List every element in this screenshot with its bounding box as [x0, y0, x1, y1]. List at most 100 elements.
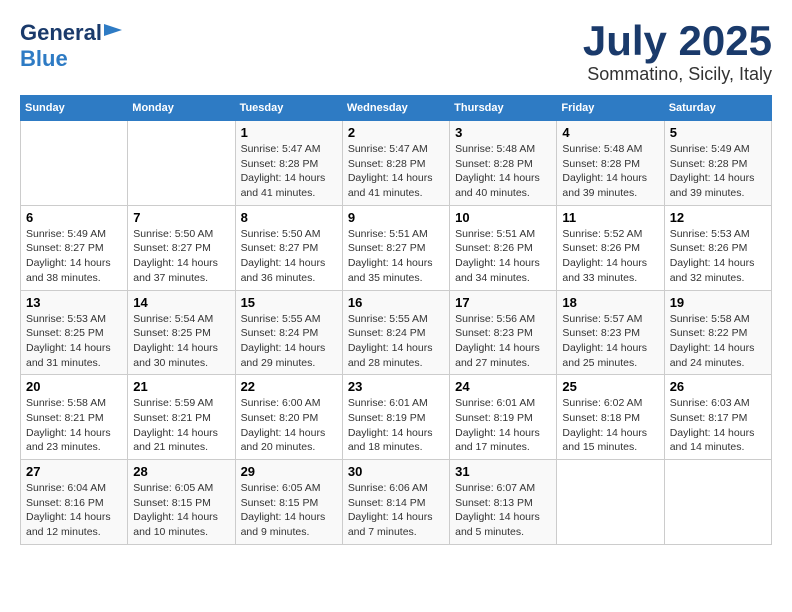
- location-title: Sommatino, Sicily, Italy: [583, 64, 772, 85]
- calendar-cell: 9 Sunrise: 5:51 AM Sunset: 8:27 PM Daylig…: [342, 205, 449, 290]
- day-number: 12: [670, 210, 766, 225]
- calendar-cell: 19 Sunrise: 5:58 AM Sunset: 8:22 PM Dayli…: [664, 290, 771, 375]
- week-row-1: 1 Sunrise: 5:47 AM Sunset: 8:28 PM Daylig…: [21, 121, 772, 206]
- week-row-2: 6 Sunrise: 5:49 AM Sunset: 8:27 PM Daylig…: [21, 205, 772, 290]
- cell-content: Sunrise: 5:50 AM Sunset: 8:27 PM Dayligh…: [133, 227, 229, 286]
- day-number: 4: [562, 125, 658, 140]
- calendar-cell: 17 Sunrise: 5:56 AM Sunset: 8:23 PM Dayli…: [450, 290, 557, 375]
- calendar-cell: 10 Sunrise: 5:51 AM Sunset: 8:26 PM Dayli…: [450, 205, 557, 290]
- day-number: 15: [241, 295, 337, 310]
- cell-content: Sunrise: 6:01 AM Sunset: 8:19 PM Dayligh…: [348, 396, 444, 455]
- cell-content: Sunrise: 5:57 AM Sunset: 8:23 PM Dayligh…: [562, 312, 658, 371]
- month-title: July 2025: [583, 20, 772, 62]
- day-number: 19: [670, 295, 766, 310]
- calendar-cell: 4 Sunrise: 5:48 AM Sunset: 8:28 PM Daylig…: [557, 121, 664, 206]
- calendar-cell: 8 Sunrise: 5:50 AM Sunset: 8:27 PM Daylig…: [235, 205, 342, 290]
- day-number: 25: [562, 379, 658, 394]
- day-header-friday: Friday: [557, 96, 664, 121]
- day-header-thursday: Thursday: [450, 96, 557, 121]
- calendar-cell: 16Sunrise: 5:55 AM Sunset: 8:24 PM Dayli…: [342, 290, 449, 375]
- calendar-header-row: SundayMondayTuesdayWednesdayThursdayFrid…: [21, 96, 772, 121]
- cell-content: Sunrise: 6:05 AM Sunset: 8:15 PM Dayligh…: [241, 481, 337, 540]
- day-number: 30: [348, 464, 444, 479]
- cell-content: Sunrise: 6:07 AM Sunset: 8:13 PM Dayligh…: [455, 481, 551, 540]
- cell-content: Sunrise: 5:59 AM Sunset: 8:21 PM Dayligh…: [133, 396, 229, 455]
- cell-content: Sunrise: 6:06 AM Sunset: 8:14 PM Dayligh…: [348, 481, 444, 540]
- day-header-tuesday: Tuesday: [235, 96, 342, 121]
- calendar-cell: 25Sunrise: 6:02 AM Sunset: 8:18 PM Dayli…: [557, 375, 664, 460]
- day-number: 7: [133, 210, 229, 225]
- cell-content: Sunrise: 5:53 AM Sunset: 8:26 PM Dayligh…: [670, 227, 766, 286]
- week-row-3: 13 Sunrise: 5:53 AM Sunset: 8:25 PM Dayli…: [21, 290, 772, 375]
- day-header-monday: Monday: [128, 96, 235, 121]
- day-number: 14: [133, 295, 229, 310]
- calendar-cell: 3 Sunrise: 5:48 AM Sunset: 8:28 PM Daylig…: [450, 121, 557, 206]
- cell-content: Sunrise: 5:58 AM Sunset: 8:21 PM Dayligh…: [26, 396, 122, 455]
- day-number: 31: [455, 464, 551, 479]
- cell-content: Sunrise: 6:01 AM Sunset: 8:19 PM Dayligh…: [455, 396, 551, 455]
- day-number: 1: [241, 125, 337, 140]
- calendar-cell: 13 Sunrise: 5:53 AM Sunset: 8:25 PM Dayli…: [21, 290, 128, 375]
- cell-content: Sunrise: 5:49 AM Sunset: 8:27 PM Dayligh…: [26, 227, 122, 286]
- day-number: 27: [26, 464, 122, 479]
- cell-content: Sunrise: 5:55 AM Sunset: 8:24 PM Dayligh…: [241, 312, 337, 371]
- cell-content: Sunrise: 5:48 AM Sunset: 8:28 PM Dayligh…: [562, 142, 658, 201]
- calendar-cell: 30 Sunrise: 6:06 AM Sunset: 8:14 PM Dayli…: [342, 460, 449, 545]
- cell-content: Sunrise: 5:58 AM Sunset: 8:22 PM Dayligh…: [670, 312, 766, 371]
- day-number: 28: [133, 464, 229, 479]
- calendar-cell: 20 Sunrise: 5:58 AM Sunset: 8:21 PM Dayli…: [21, 375, 128, 460]
- cell-content: Sunrise: 5:47 AM Sunset: 8:28 PM Dayligh…: [241, 142, 337, 201]
- calendar-cell: [664, 460, 771, 545]
- calendar-cell: 18Sunrise: 5:57 AM Sunset: 8:23 PM Dayli…: [557, 290, 664, 375]
- cell-content: Sunrise: 5:50 AM Sunset: 8:27 PM Dayligh…: [241, 227, 337, 286]
- logo-flag-icon: [104, 24, 122, 42]
- week-row-4: 20 Sunrise: 5:58 AM Sunset: 8:21 PM Dayli…: [21, 375, 772, 460]
- day-number: 29: [241, 464, 337, 479]
- cell-content: Sunrise: 5:48 AM Sunset: 8:28 PM Dayligh…: [455, 142, 551, 201]
- cell-content: Sunrise: 5:51 AM Sunset: 8:26 PM Dayligh…: [455, 227, 551, 286]
- day-number: 13: [26, 295, 122, 310]
- logo-general-text: General: [20, 20, 102, 46]
- logo-blue-text: Blue: [20, 46, 68, 72]
- calendar-cell: 7 Sunrise: 5:50 AM Sunset: 8:27 PM Daylig…: [128, 205, 235, 290]
- calendar-cell: 14Sunrise: 5:54 AM Sunset: 8:25 PM Dayli…: [128, 290, 235, 375]
- day-number: 23: [348, 379, 444, 394]
- logo: General Blue: [20, 20, 122, 72]
- day-number: 6: [26, 210, 122, 225]
- day-number: 16: [348, 295, 444, 310]
- day-header-wednesday: Wednesday: [342, 96, 449, 121]
- title-block: July 2025 Sommatino, Sicily, Italy: [583, 20, 772, 85]
- day-number: 9: [348, 210, 444, 225]
- day-number: 3: [455, 125, 551, 140]
- cell-content: Sunrise: 6:00 AM Sunset: 8:20 PM Dayligh…: [241, 396, 337, 455]
- calendar-cell: 2 Sunrise: 5:47 AM Sunset: 8:28 PM Daylig…: [342, 121, 449, 206]
- calendar-cell: 15 Sunrise: 5:55 AM Sunset: 8:24 PM Dayli…: [235, 290, 342, 375]
- calendar-cell: 12 Sunrise: 5:53 AM Sunset: 8:26 PM Dayli…: [664, 205, 771, 290]
- day-number: 21: [133, 379, 229, 394]
- week-row-5: 27Sunrise: 6:04 AM Sunset: 8:16 PM Dayli…: [21, 460, 772, 545]
- cell-content: Sunrise: 5:56 AM Sunset: 8:23 PM Dayligh…: [455, 312, 551, 371]
- day-number: 24: [455, 379, 551, 394]
- day-number: 11: [562, 210, 658, 225]
- calendar-cell: 22Sunrise: 6:00 AM Sunset: 8:20 PM Dayli…: [235, 375, 342, 460]
- calendar-cell: 5Sunrise: 5:49 AM Sunset: 8:28 PM Daylig…: [664, 121, 771, 206]
- cell-content: Sunrise: 5:49 AM Sunset: 8:28 PM Dayligh…: [670, 142, 766, 201]
- cell-content: Sunrise: 5:51 AM Sunset: 8:27 PM Dayligh…: [348, 227, 444, 286]
- day-number: 17: [455, 295, 551, 310]
- calendar-cell: 6 Sunrise: 5:49 AM Sunset: 8:27 PM Daylig…: [21, 205, 128, 290]
- cell-content: Sunrise: 6:05 AM Sunset: 8:15 PM Dayligh…: [133, 481, 229, 540]
- cell-content: Sunrise: 5:47 AM Sunset: 8:28 PM Dayligh…: [348, 142, 444, 201]
- calendar-cell: 28 Sunrise: 6:05 AM Sunset: 8:15 PM Dayli…: [128, 460, 235, 545]
- day-header-sunday: Sunday: [21, 96, 128, 121]
- day-number: 20: [26, 379, 122, 394]
- calendar-cell: [557, 460, 664, 545]
- page-header: General Blue July 2025 Sommatino, Sicily…: [20, 20, 772, 85]
- cell-content: Sunrise: 6:03 AM Sunset: 8:17 PM Dayligh…: [670, 396, 766, 455]
- day-number: 8: [241, 210, 337, 225]
- calendar-cell: [128, 121, 235, 206]
- day-number: 2: [348, 125, 444, 140]
- cell-content: Sunrise: 5:53 AM Sunset: 8:25 PM Dayligh…: [26, 312, 122, 371]
- calendar-cell: 23 Sunrise: 6:01 AM Sunset: 8:19 PM Dayli…: [342, 375, 449, 460]
- day-number: 10: [455, 210, 551, 225]
- calendar-cell: 11Sunrise: 5:52 AM Sunset: 8:26 PM Dayli…: [557, 205, 664, 290]
